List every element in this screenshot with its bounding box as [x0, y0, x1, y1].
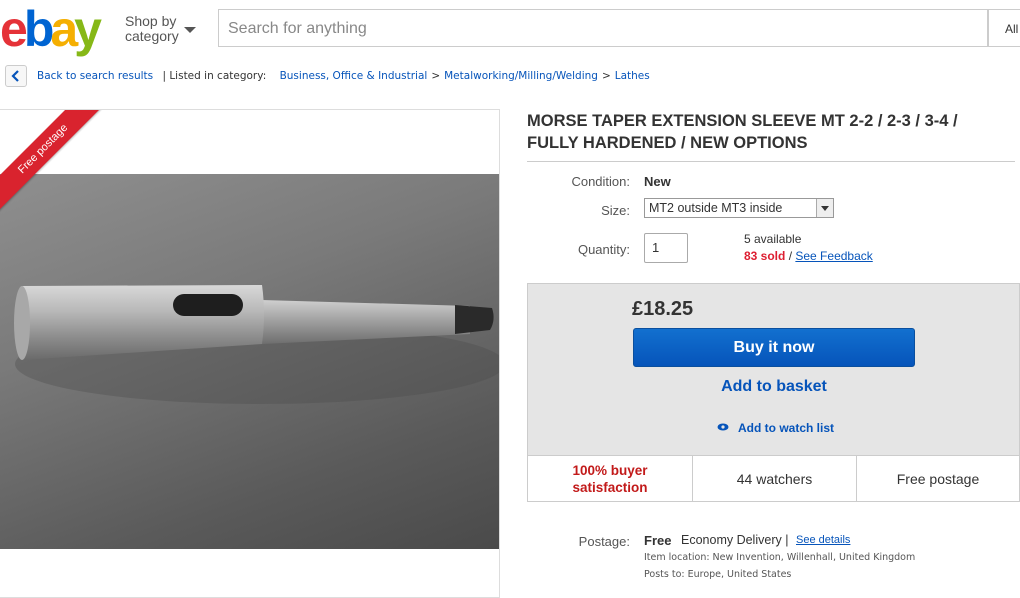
search-category-select[interactable]: All: [988, 9, 1020, 47]
dropdown-arrow-icon[interactable]: [816, 199, 833, 217]
category-label: category: [125, 28, 179, 44]
ebay-logo[interactable]: ebay: [0, 1, 118, 57]
postage-free: Free: [644, 533, 672, 548]
free-postage-stat: Free postage: [896, 470, 980, 487]
breadcrumb: Back to search results | Listed in categ…: [37, 70, 650, 82]
size-label: Size:: [601, 203, 630, 218]
divider: [527, 161, 1015, 162]
morse-taper-sleeve-image: [14, 285, 499, 404]
back-button[interactable]: [5, 65, 27, 87]
satisfaction-line-1: 100% buyer: [572, 462, 648, 478]
breadcrumb-item-metalworking[interactable]: Metalworking/Milling/Welding: [444, 70, 598, 82]
shop-by-label: Shop by: [125, 13, 177, 29]
postage-label: Postage:: [578, 534, 630, 549]
listed-in-label: | Listed in category:: [162, 70, 267, 82]
breadcrumb-separator: >: [431, 70, 441, 82]
item-stats: 100% buyer satisfaction 44 watchers Free…: [527, 455, 1020, 502]
chevron-left-icon: [11, 70, 19, 82]
sold-count: 83 sold: [744, 249, 786, 263]
posts-to: Posts to: Europe, United States: [644, 569, 792, 580]
shop-by-category-button[interactable]: Shop by category: [125, 14, 179, 44]
quantity-input[interactable]: 1: [644, 233, 688, 263]
buyer-satisfaction: 100% buyer satisfaction: [528, 456, 693, 501]
quantity-label: Quantity:: [577, 242, 630, 257]
item-title: MORSE TAPER EXTENSION SLEEVE MT 2-2 / 2-…: [527, 112, 958, 152]
watchers-count: 44 watchers: [693, 456, 857, 501]
price: £18.25: [632, 298, 694, 320]
logo-letter-a: a: [50, 1, 78, 57]
see-details-link[interactable]: See details: [796, 534, 850, 546]
search-input[interactable]: Search for anything: [218, 9, 988, 47]
breadcrumb-separator: >: [601, 70, 611, 82]
ribbon-label: Free postage: [0, 110, 109, 215]
back-to-results-link[interactable]: Back to search results: [37, 70, 153, 82]
logo-letter-y: y: [74, 1, 102, 57]
size-selected-value: MT2 outside MT3 inside: [649, 201, 783, 215]
free-postage-ribbon: Free postage: [0, 110, 110, 220]
add-to-watch-list-link[interactable]: Add to watch list: [718, 421, 834, 435]
watch-list-label: Add to watch list: [738, 421, 834, 435]
logo-letter-b: b: [23, 1, 54, 57]
see-feedback-link[interactable]: See Feedback: [795, 249, 872, 263]
buy-it-now-button[interactable]: Buy it now: [633, 328, 915, 367]
condition-label: Condition:: [571, 174, 630, 189]
product-image-panel[interactable]: Free postage: [0, 109, 500, 598]
satisfaction-line-2: satisfaction: [572, 479, 648, 495]
available-count: 5 available: [744, 232, 802, 246]
size-select[interactable]: MT2 outside MT3 inside: [644, 198, 834, 218]
logo-letter-e: e: [0, 1, 28, 57]
item-location: Item location: New Invention, Willenhall…: [644, 552, 916, 563]
postage-service: Economy Delivery |: [681, 533, 789, 547]
sold-info: 83 sold / See Feedback: [744, 249, 873, 263]
condition-value: New: [644, 174, 671, 189]
breadcrumb-item-lathes[interactable]: Lathes: [615, 70, 650, 82]
sold-separator: /: [785, 249, 796, 263]
product-photo[interactable]: [0, 174, 499, 549]
add-to-basket-button[interactable]: Add to basket: [633, 378, 915, 396]
breadcrumb-item-business[interactable]: Business, Office & Industrial: [280, 70, 428, 82]
chevron-down-icon[interactable]: [184, 27, 196, 33]
